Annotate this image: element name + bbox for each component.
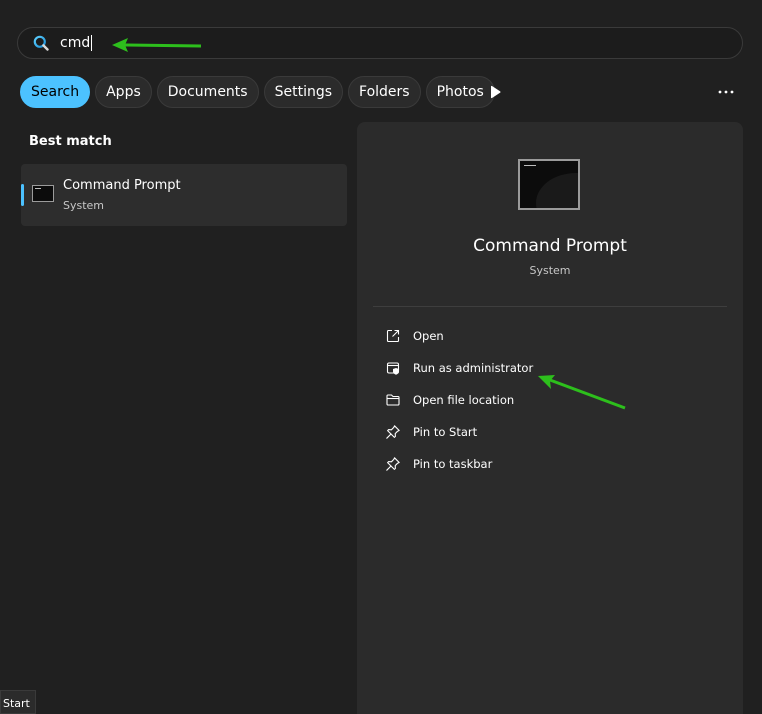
open-external-icon — [386, 329, 400, 343]
filter-chip-search[interactable]: Search — [20, 76, 91, 108]
start-tooltip: Start — [0, 690, 36, 714]
action-label: Open — [413, 329, 444, 343]
annotation-arrow-icon — [538, 375, 626, 410]
result-subtitle: System — [63, 199, 105, 212]
more-options-icon[interactable] — [712, 84, 740, 100]
details-title: Command Prompt — [473, 236, 627, 256]
details-panel: Command Prompt System Open Run as admini… — [357, 122, 743, 714]
selection-indicator — [21, 184, 24, 206]
divider — [373, 306, 727, 307]
search-icon — [33, 35, 49, 51]
command-prompt-icon — [32, 185, 54, 202]
action-label: Pin to taskbar — [413, 457, 493, 471]
command-prompt-large-icon — [518, 159, 580, 210]
pin-icon — [386, 457, 400, 471]
text-caret — [91, 35, 93, 51]
details-subtitle: System — [529, 264, 571, 277]
action-label: Open file location — [413, 393, 515, 407]
action-pin-to-taskbar[interactable]: Pin to taskbar — [373, 450, 713, 478]
filter-chip-settings[interactable]: Settings — [263, 76, 344, 108]
action-open[interactable]: Open — [373, 322, 713, 350]
filter-chip-documents[interactable]: Documents — [156, 76, 259, 108]
start-search-window: cmd Search Apps Documents Settings Folde… — [0, 0, 762, 714]
filter-chip-photos[interactable]: Photos — [425, 76, 495, 108]
filter-chip-folders[interactable]: Folders — [348, 76, 421, 108]
filter-chip-apps[interactable]: Apps — [95, 76, 152, 108]
filter-chips: Search Apps Documents Settings Folders P… — [20, 76, 495, 108]
action-label: Run as administrator — [413, 361, 534, 375]
action-label: Pin to Start — [413, 425, 478, 439]
result-title: Command Prompt — [63, 178, 181, 193]
play-icon[interactable] — [488, 84, 502, 100]
pin-icon — [386, 425, 400, 439]
action-pin-to-start[interactable]: Pin to Start — [373, 418, 713, 446]
search-input[interactable]: cmd — [60, 33, 93, 53]
shield-icon — [386, 362, 400, 375]
search-query-text: cmd — [60, 35, 91, 51]
best-match-heading: Best match — [29, 134, 112, 149]
result-item-command-prompt[interactable]: Command Prompt System — [21, 164, 347, 226]
annotation-arrow-icon — [112, 38, 202, 52]
folder-icon — [386, 394, 400, 406]
